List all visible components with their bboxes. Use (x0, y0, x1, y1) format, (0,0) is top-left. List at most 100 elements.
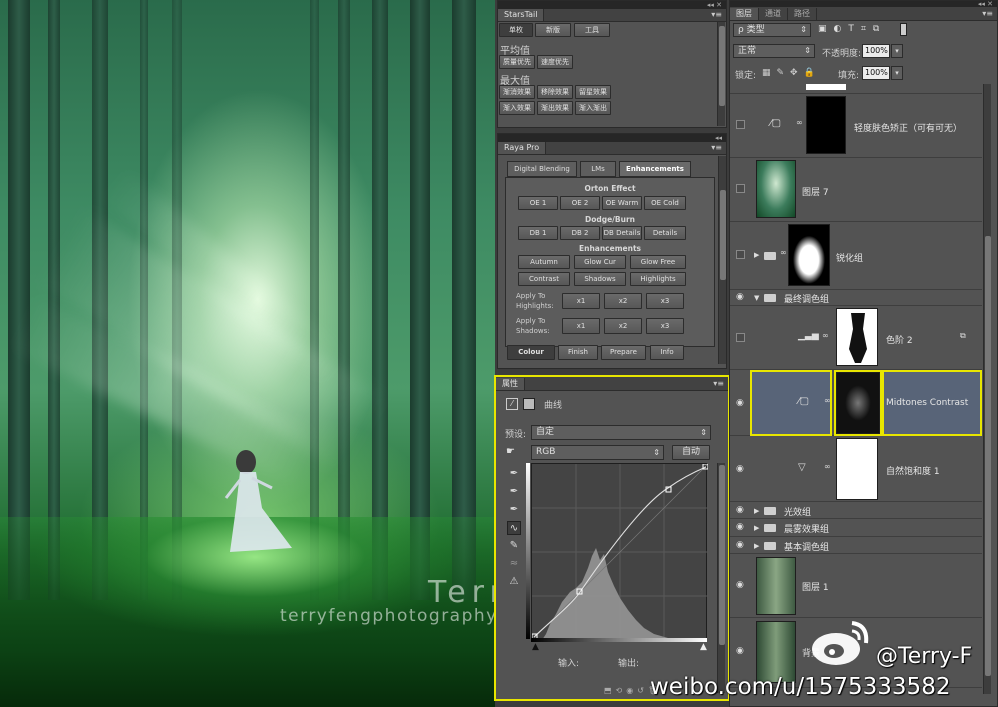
raya-finish-button[interactable]: Finish (558, 345, 598, 360)
layer-row[interactable]: ◉ ▶ 晨雾效果组 (730, 519, 982, 537)
link-icon[interactable]: ∞ (796, 118, 803, 127)
tab-layers[interactable]: 图层 (730, 8, 759, 20)
eye-icon[interactable]: ◉ (736, 398, 744, 408)
panel-menu-icon[interactable]: ▾≡ (711, 142, 722, 154)
orton-cold-button[interactable]: OE Cold (644, 196, 686, 210)
layer-row[interactable]: 图层 7 (730, 158, 982, 222)
layer-row-selected[interactable]: ◉ ⁄▢ ∞ Midtones Contrast (730, 370, 982, 436)
layer-row[interactable]: ▁▃▅ ∞ 色阶 2 ⧉ (730, 306, 982, 370)
starstail-tab-single[interactable]: 单枚 (499, 23, 533, 37)
eye-icon[interactable]: ◉ (736, 540, 744, 550)
link-icon[interactable]: ∞ (824, 462, 831, 471)
expand-triangle-icon[interactable]: ▶ (754, 524, 759, 532)
eye-icon[interactable]: ◉ (736, 292, 744, 302)
raya-info-button[interactable]: Info (650, 345, 684, 360)
curves-graph[interactable] (531, 463, 709, 641)
channel-select[interactable]: RGB ⇕ (531, 445, 664, 460)
pencil-tool-icon[interactable]: ✎ (507, 539, 521, 553)
filter-toggle[interactable] (900, 23, 907, 36)
black-point-slider-icon[interactable]: ▲ (532, 642, 539, 652)
raya-tab-lms[interactable]: LMs (580, 161, 616, 177)
eye-icon[interactable]: ◉ (736, 464, 744, 474)
enh-highlights-button[interactable]: Highlights (630, 272, 686, 286)
collapse-triangle-icon[interactable]: ▼ (754, 294, 759, 302)
raya-scrollbar[interactable] (718, 156, 726, 364)
layer-name[interactable]: 最终调色组 (784, 292, 829, 305)
blend-mode-select[interactable]: 正常 ⇕ (733, 44, 815, 58)
eyedropper-gray-icon[interactable]: ✒ (507, 485, 521, 499)
expand-triangle-icon[interactable]: ▶ (754, 251, 759, 259)
fill-dropdown-icon[interactable]: ▾ (891, 66, 903, 80)
starstail-tab-tools[interactable]: 工具 (574, 23, 610, 37)
scroll-thumb[interactable] (719, 465, 725, 645)
layer-name[interactable]: 轻度肤色矫正（可有可无） (854, 121, 962, 134)
eyedropper-black-icon[interactable]: ✒ (507, 467, 521, 481)
starstail-fadeinout-button[interactable]: 渐入渐出 (575, 101, 611, 115)
panel-menu-icon[interactable]: ▾≡ (711, 9, 722, 21)
layer-row[interactable]: ◉ ▶ 基本调色组 (730, 537, 982, 554)
apply-high-x1-button[interactable]: x1 (562, 293, 600, 309)
enh-glow-free-button[interactable]: Glow Free (630, 255, 686, 269)
dodge-db1-button[interactable]: DB 1 (518, 226, 558, 240)
starstail-scrollbar[interactable] (717, 22, 725, 126)
layer-name[interactable]: Midtones Contrast (886, 398, 968, 408)
eye-icon[interactable]: ◉ (736, 522, 744, 532)
filter-icons[interactable]: ▣◐T⌗⧉ (818, 24, 886, 34)
starstail-fade-button[interactable]: 渐消效果 (499, 85, 535, 99)
eye-icon[interactable]: ◉ (736, 646, 744, 656)
panel-menu-icon[interactable]: ▾≡ (982, 8, 993, 20)
tab-properties[interactable]: 属性 (496, 378, 525, 390)
layer-row[interactable]: ⁄▢ ∞ 轻度肤色矫正（可有可无） (730, 94, 982, 158)
raya-tab-enhancements[interactable]: Enhancements (619, 161, 691, 177)
layer-filter-select[interactable]: ρ 类型 ⇕ (733, 23, 811, 37)
smooth-curve-icon[interactable]: ≈ (507, 557, 521, 571)
link-icon[interactable]: ∞ (822, 331, 829, 340)
layer-name[interactable]: 自然饱和度 1 (886, 464, 940, 477)
eye-icon[interactable]: ◉ (736, 580, 744, 590)
preset-select[interactable]: 自定 ⇕ (531, 425, 711, 440)
layer-row[interactable]: ◉ ▼ 最终调色组 (730, 290, 982, 306)
layer-name[interactable]: 图层 1 (802, 580, 829, 593)
raya-prepare-button[interactable]: Prepare (601, 345, 646, 360)
link-icon[interactable]: ∞ (780, 248, 787, 257)
scroll-thumb[interactable] (985, 236, 991, 676)
panel-collapse-bar[interactable]: ◂◂ (498, 134, 726, 142)
orton-warm-button[interactable]: OE Warm (602, 196, 642, 210)
starstail-remove-button[interactable]: 移除效果 (537, 85, 573, 99)
opacity-dropdown-icon[interactable]: ▾ (891, 44, 903, 58)
layer-name[interactable]: 基本调色组 (784, 540, 829, 553)
mask-icon[interactable] (523, 398, 535, 410)
enh-glow-cur-button[interactable]: Glow Cur (574, 255, 626, 269)
layer-name[interactable]: 光效组 (784, 505, 811, 518)
orton-oe1-button[interactable]: OE 1 (518, 196, 558, 210)
expand-triangle-icon[interactable]: ▶ (754, 507, 759, 515)
starstail-quality-button[interactable]: 质量优先 (499, 55, 535, 69)
properties-scrollbar[interactable] (717, 463, 725, 693)
layer-name[interactable]: 晨雾效果组 (784, 522, 829, 535)
raya-tab-digital-blending[interactable]: Digital Blending (507, 161, 577, 177)
enh-contrast-button[interactable]: Contrast (518, 272, 570, 286)
visibility-toggle[interactable] (736, 120, 745, 129)
tab-raya-pro[interactable]: Raya Pro (498, 142, 547, 154)
auto-button[interactable]: 自动 (672, 445, 710, 460)
opacity-input[interactable]: 100% (862, 44, 890, 58)
orton-oe2-button[interactable]: OE 2 (560, 196, 600, 210)
link-icon[interactable]: ∞ (824, 396, 831, 405)
fill-input[interactable]: 100% (862, 66, 890, 80)
starstail-fadeout-button[interactable]: 渐出效果 (537, 101, 573, 115)
layer-row[interactable]: ▶ ∞ 锐化组 (730, 222, 982, 290)
visibility-toggle[interactable] (736, 333, 745, 342)
layer-name[interactable]: 锐化组 (836, 251, 863, 264)
scroll-thumb[interactable] (720, 190, 726, 280)
starstail-keep-button[interactable]: 留星效果 (575, 85, 611, 99)
panel-collapse-bar[interactable]: ◂◂ ✕ (498, 1, 726, 9)
canvas-photo[interactable]: Terry-F terryfengphotography.lofter.com (0, 0, 495, 707)
lock-icons[interactable]: ▦✎✥🔒 (762, 68, 821, 78)
layer-row[interactable]: ◉ 图层 1 (730, 554, 982, 618)
apply-shad-x2-button[interactable]: x2 (604, 318, 642, 334)
hand-tool-icon[interactable]: ☛ (506, 446, 515, 457)
layers-scrollbar[interactable] (983, 84, 991, 694)
apply-high-x3-button[interactable]: x3 (646, 293, 684, 309)
tab-paths[interactable]: 路径 (788, 8, 817, 20)
apply-shad-x3-button[interactable]: x3 (646, 318, 684, 334)
